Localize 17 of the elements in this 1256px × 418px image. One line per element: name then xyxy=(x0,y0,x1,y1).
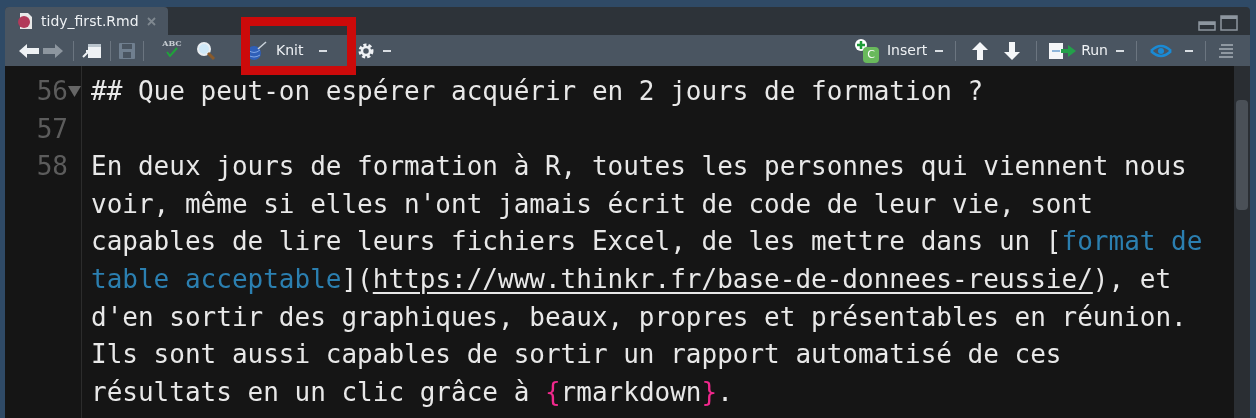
code-line: table acceptable](https://www.thinkr.fr/base-de-donnees-reussie/), et xyxy=(91,263,1172,294)
code-line: En deux jours de formation à R, toutes les personnes qui viennent nous xyxy=(91,151,1187,182)
run-button[interactable]: Run xyxy=(1045,36,1128,65)
line-number: 57 xyxy=(36,112,68,146)
code-line: résultats en un clic grâce à {rmarkdown}. xyxy=(91,376,733,407)
insert-button[interactable]: C Insert xyxy=(851,36,948,65)
code-line: capables de lire leurs fichiers Excel, de les mettre dans un [format de xyxy=(91,226,1203,257)
line-number: 58 xyxy=(36,150,68,184)
code-line: d'en sortir des graphiques, beaux, propres et présentables en réunion. xyxy=(91,301,1187,332)
line-number: 56 xyxy=(36,75,68,108)
heading-line: ## Que peut-on espérer acquérir en 2 jours de formation ? xyxy=(91,76,984,106)
file-tab[interactable]: tidy_first.Rmd xyxy=(5,7,168,35)
tab-title: tidy_first.Rmd xyxy=(41,11,139,31)
code-line: voir, même si elles n'ont jamais écrit de code de leur vie, sont xyxy=(91,188,1093,219)
spellcheck-button[interactable]: ABC xyxy=(156,38,188,63)
knit-button[interactable]: Knit xyxy=(238,36,332,65)
code-line: Ils sont aussi capables de sortir un rapport automatisé de ces xyxy=(91,339,1062,370)
